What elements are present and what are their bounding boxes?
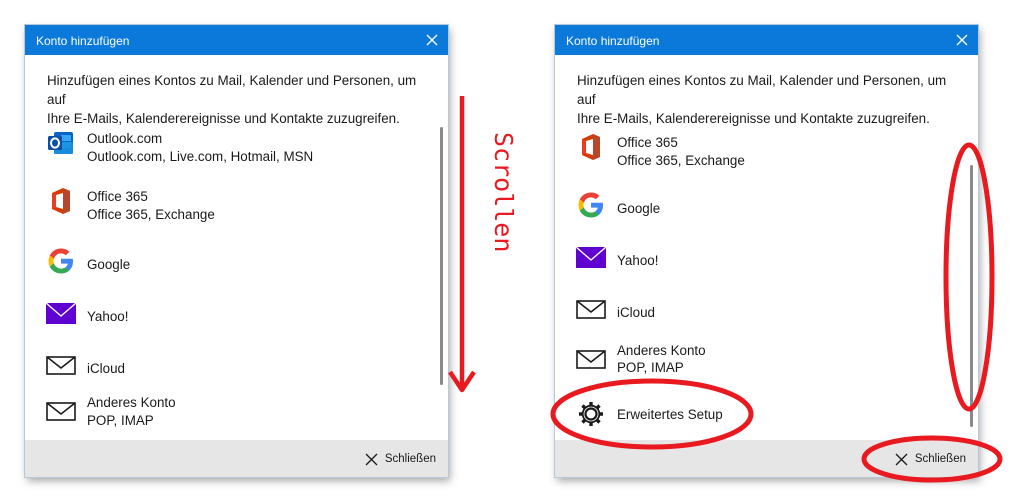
close-icon[interactable] [953, 31, 971, 49]
account-detail: POP, IMAP [87, 413, 154, 428]
account-detail: Office 365, Exchange [87, 207, 215, 222]
account-list: Office 365 Office 365, Exchange Google Y… [555, 115, 978, 440]
envelope-icon [46, 356, 76, 375]
account-detail: Office 365, Exchange [617, 153, 745, 168]
account-item-yahoo[interactable]: Yahoo! [555, 233, 958, 283]
add-account-dialog-after-scroll: Konto hinzufügen Hinzufügen eines Kontos… [555, 25, 978, 477]
envelope-icon [576, 300, 606, 319]
account-detail: POP, IMAP [617, 360, 684, 375]
scrollbar-thumb[interactable] [970, 165, 973, 427]
account-detail: Outlook.com, Live.com, Hotmail, MSN [87, 149, 314, 164]
dialog-title: Konto hinzufügen [36, 34, 130, 48]
add-account-dialog-before-scroll: Konto hinzufügen Hinzufügen eines Kontos… [25, 25, 448, 477]
account-name: Outlook.com [87, 131, 163, 146]
account-name: Office 365 [617, 135, 678, 150]
dialog-footer: Schließen [25, 440, 448, 477]
close-icon[interactable] [423, 31, 441, 49]
account-item-yahoo[interactable]: Yahoo! [25, 289, 428, 339]
account-name: Anderes Konto [87, 395, 176, 410]
dialog-titlebar: Konto hinzufügen [25, 25, 448, 55]
account-item-office365[interactable]: Office 365 Office 365, Exchange [25, 179, 428, 229]
close-icon [365, 453, 378, 465]
gear-icon [579, 402, 603, 426]
account-name: Erweitertes Setup [617, 407, 723, 422]
account-name: Office 365 [87, 189, 148, 204]
account-item-icloud[interactable]: iCloud [25, 341, 428, 391]
dialog-title: Konto hinzufügen [566, 34, 660, 48]
scrollbar-thumb[interactable] [440, 127, 443, 385]
account-name: Yahoo! [87, 309, 129, 324]
close-icon [895, 453, 908, 465]
account-item-office365[interactable]: Office 365 Office 365, Exchange [555, 125, 958, 175]
close-button-label: Schließen [914, 453, 966, 465]
close-button[interactable]: Schließen [365, 449, 436, 469]
account-name: Google [617, 201, 661, 216]
account-item-google[interactable]: Google [555, 181, 958, 231]
account-name: Anderes Konto [617, 343, 706, 358]
office365-icon [582, 134, 600, 160]
dialog-footer: Schließen [555, 440, 978, 477]
account-item-google[interactable]: Google [25, 237, 428, 287]
google-icon [578, 192, 603, 218]
account-item-advanced-setup[interactable]: Erweitertes Setup [555, 389, 958, 439]
dialog-titlebar: Konto hinzufügen [555, 25, 978, 55]
account-item-outlook[interactable]: Outlook.com Outlook.com, Live.com, Hotma… [25, 121, 428, 171]
office365-icon [52, 188, 70, 214]
yahoo-icon [575, 246, 607, 268]
intro-line-1: Hinzufügen eines Kontos zu Mail, Kalende… [47, 73, 417, 107]
yahoo-icon [45, 302, 77, 324]
google-icon [48, 248, 73, 274]
intro-line-1: Hinzufügen eines Kontos zu Mail, Kalende… [577, 73, 947, 107]
account-name: Yahoo! [617, 253, 659, 268]
scroll-annotation-label: Scrollen [489, 132, 518, 253]
outlook-icon [48, 132, 73, 154]
account-name: iCloud [87, 361, 125, 376]
account-list: Outlook.com Outlook.com, Live.com, Hotma… [25, 115, 448, 440]
account-item-icloud[interactable]: iCloud [555, 285, 958, 335]
envelope-icon [576, 350, 606, 369]
close-button[interactable]: Schließen [895, 449, 966, 469]
account-item-other[interactable]: Anderes Konto POP, IMAP [555, 339, 958, 389]
close-button-label: Schließen [384, 453, 436, 465]
envelope-icon [46, 402, 76, 421]
account-name: Google [87, 257, 131, 272]
account-item-other[interactable]: Anderes Konto POP, IMAP [25, 391, 428, 440]
account-name: iCloud [617, 305, 655, 320]
